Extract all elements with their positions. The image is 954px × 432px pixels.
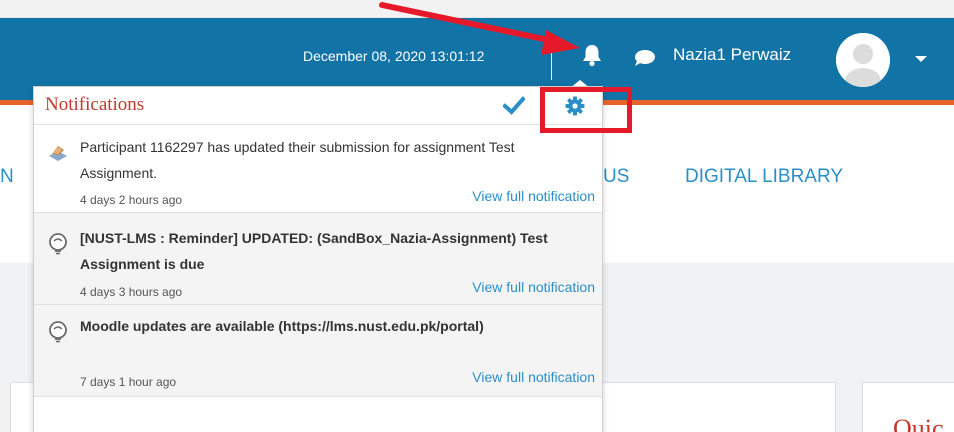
header-datetime: December 08, 2020 13:01:12	[303, 48, 485, 64]
notification-text: Participant 1162297 has updated their su…	[80, 139, 515, 181]
assignment-icon	[47, 141, 69, 163]
notification-text: Moodle updates are available (https://lm…	[80, 318, 484, 334]
mark-all-read-check-icon[interactable]	[502, 96, 526, 116]
notifications-title: Notifications	[45, 94, 145, 115]
avatar[interactable]	[836, 33, 890, 87]
user-name[interactable]: Nazia1 Perwaiz	[673, 45, 791, 65]
notification-item[interactable]: Participant 1162297 has updated their su…	[34, 126, 602, 213]
notifications-popover: Notifications Participant 1162297 has up…	[33, 86, 603, 432]
notification-time: 4 days 2 hours ago	[80, 193, 183, 207]
navbar-divider	[551, 40, 552, 80]
notification-time: 7 days 1 hour ago	[80, 375, 177, 389]
top-strip	[0, 0, 954, 18]
notification-text: [NUST-LMS : Reminder] UPDATED: (SandBox_…	[80, 230, 548, 272]
chat-icon[interactable]	[633, 49, 657, 67]
view-full-notification-link[interactable]: View full notification	[472, 279, 595, 295]
lightbulb-icon	[47, 233, 69, 255]
notifications-header: Notifications	[34, 87, 602, 125]
menu-item-digital-library[interactable]: DIGITAL LIBRARY	[685, 166, 843, 188]
quick-card-title: Quic	[893, 414, 944, 432]
view-full-notification-link[interactable]: View full notification	[472, 188, 595, 204]
notification-item[interactable]: [NUST-LMS : Reminder] UPDATED: (SandBox_…	[34, 213, 602, 305]
notification-item[interactable]: Moodle updates are available (https://lm…	[34, 305, 602, 397]
user-menu-caret-icon[interactable]	[915, 56, 927, 62]
bell-icon[interactable]	[581, 43, 603, 67]
menu-item-partial-us[interactable]: US	[603, 166, 629, 188]
lightbulb-icon	[47, 321, 69, 343]
notification-time: 4 days 3 hours ago	[80, 285, 183, 299]
menu-item-partial[interactable]: N	[0, 166, 14, 188]
annotation-highlight-box	[540, 87, 632, 133]
view-full-notification-link[interactable]: View full notification	[472, 369, 595, 385]
